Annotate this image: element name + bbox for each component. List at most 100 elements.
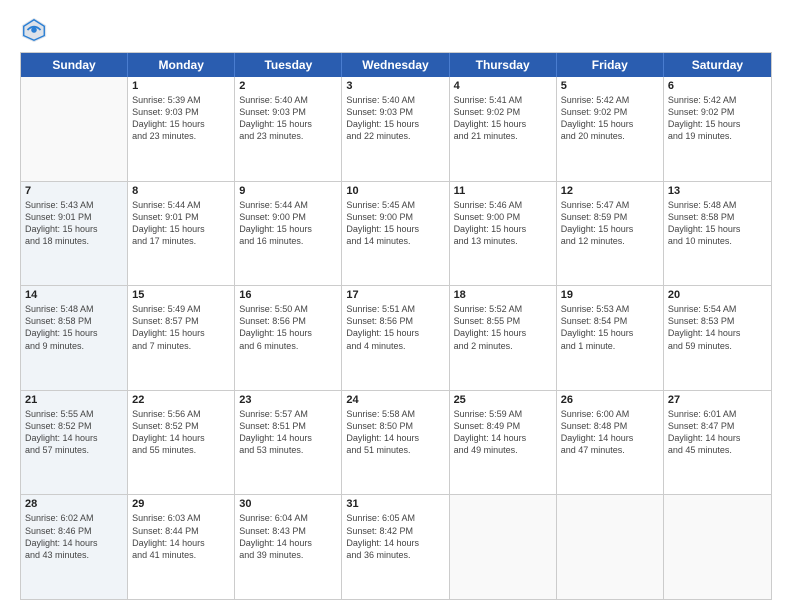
day-number: 18 (454, 289, 552, 301)
cell-info-line: Sunrise: 5:54 AM (668, 303, 767, 315)
cell-info-line: Daylight: 14 hours (346, 432, 444, 444)
cell-info-line: Sunset: 8:56 PM (239, 315, 337, 327)
day-number: 29 (132, 498, 230, 510)
cell-info-line: Sunset: 9:00 PM (346, 211, 444, 223)
header-day-tuesday: Tuesday (235, 53, 342, 77)
day-number: 14 (25, 289, 123, 301)
cell-info-line: Sunset: 8:46 PM (25, 525, 123, 537)
cell-info-line: Sunset: 9:03 PM (346, 106, 444, 118)
day-number: 22 (132, 394, 230, 406)
day-number: 11 (454, 185, 552, 197)
cell-info-line: Sunset: 8:58 PM (25, 315, 123, 327)
cell-info-line: and 45 minutes. (668, 444, 767, 456)
cell-info-line: Daylight: 15 hours (132, 223, 230, 235)
week-row-4: 28Sunrise: 6:02 AMSunset: 8:46 PMDayligh… (21, 495, 771, 599)
cell-info-line: Sunset: 9:02 PM (668, 106, 767, 118)
cal-cell-22: 22Sunrise: 5:56 AMSunset: 8:52 PMDayligh… (128, 391, 235, 495)
day-number: 24 (346, 394, 444, 406)
cell-info-line: and 59 minutes. (668, 340, 767, 352)
cal-cell-17: 17Sunrise: 5:51 AMSunset: 8:56 PMDayligh… (342, 286, 449, 390)
cell-info-line: and 2 minutes. (454, 340, 552, 352)
day-number: 3 (346, 80, 444, 92)
header-day-friday: Friday (557, 53, 664, 77)
cal-cell-19: 19Sunrise: 5:53 AMSunset: 8:54 PMDayligh… (557, 286, 664, 390)
cal-cell-13: 13Sunrise: 5:48 AMSunset: 8:58 PMDayligh… (664, 182, 771, 286)
cell-info-line: and 12 minutes. (561, 235, 659, 247)
day-number: 30 (239, 498, 337, 510)
cal-cell-12: 12Sunrise: 5:47 AMSunset: 8:59 PMDayligh… (557, 182, 664, 286)
cal-cell-7: 7Sunrise: 5:43 AMSunset: 9:01 PMDaylight… (21, 182, 128, 286)
cell-info-line: and 13 minutes. (454, 235, 552, 247)
header-day-saturday: Saturday (664, 53, 771, 77)
cal-cell-28: 28Sunrise: 6:02 AMSunset: 8:46 PMDayligh… (21, 495, 128, 599)
cell-info-line: and 17 minutes. (132, 235, 230, 247)
cell-info-line: Sunrise: 6:03 AM (132, 512, 230, 524)
cell-info-line: Sunset: 9:00 PM (454, 211, 552, 223)
cell-info-line: and 20 minutes. (561, 130, 659, 142)
cell-info-line: Sunrise: 5:44 AM (132, 199, 230, 211)
day-number: 9 (239, 185, 337, 197)
cal-cell-26: 26Sunrise: 6:00 AMSunset: 8:48 PMDayligh… (557, 391, 664, 495)
calendar: SundayMondayTuesdayWednesdayThursdayFrid… (20, 52, 772, 600)
cell-info-line: Sunset: 8:52 PM (132, 420, 230, 432)
day-number: 12 (561, 185, 659, 197)
cell-info-line: Sunset: 8:44 PM (132, 525, 230, 537)
cal-cell-empty-6 (664, 495, 771, 599)
day-number: 4 (454, 80, 552, 92)
cell-info-line: Sunset: 8:59 PM (561, 211, 659, 223)
calendar-header: SundayMondayTuesdayWednesdayThursdayFrid… (21, 53, 771, 77)
cell-info-line: Daylight: 15 hours (25, 327, 123, 339)
cell-info-line: Sunrise: 5:51 AM (346, 303, 444, 315)
cell-info-line: and 55 minutes. (132, 444, 230, 456)
cell-info-line: Sunrise: 6:05 AM (346, 512, 444, 524)
cell-info-line: Sunrise: 5:55 AM (25, 408, 123, 420)
cell-info-line: Daylight: 14 hours (668, 327, 767, 339)
cell-info-line: Sunrise: 5:45 AM (346, 199, 444, 211)
cell-info-line: and 51 minutes. (346, 444, 444, 456)
cell-info-line: Sunrise: 5:53 AM (561, 303, 659, 315)
week-row-3: 21Sunrise: 5:55 AMSunset: 8:52 PMDayligh… (21, 391, 771, 496)
cell-info-line: and 18 minutes. (25, 235, 123, 247)
cell-info-line: Sunset: 8:51 PM (239, 420, 337, 432)
cell-info-line: Sunset: 8:50 PM (346, 420, 444, 432)
day-number: 19 (561, 289, 659, 301)
cal-cell-25: 25Sunrise: 5:59 AMSunset: 8:49 PMDayligh… (450, 391, 557, 495)
cell-info-line: Sunset: 8:53 PM (668, 315, 767, 327)
cell-info-line: Sunset: 8:56 PM (346, 315, 444, 327)
cell-info-line: Sunrise: 5:56 AM (132, 408, 230, 420)
cell-info-line: Sunset: 8:49 PM (454, 420, 552, 432)
cell-info-line: Sunrise: 6:01 AM (668, 408, 767, 420)
cal-cell-21: 21Sunrise: 5:55 AMSunset: 8:52 PMDayligh… (21, 391, 128, 495)
cell-info-line: and 22 minutes. (346, 130, 444, 142)
day-number: 10 (346, 185, 444, 197)
cell-info-line: Daylight: 15 hours (239, 223, 337, 235)
logo (20, 16, 52, 44)
cell-info-line: Daylight: 15 hours (346, 118, 444, 130)
cell-info-line: Sunrise: 5:49 AM (132, 303, 230, 315)
cell-info-line: Daylight: 14 hours (668, 432, 767, 444)
day-number: 5 (561, 80, 659, 92)
cell-info-line: Sunset: 8:57 PM (132, 315, 230, 327)
cell-info-line: and 7 minutes. (132, 340, 230, 352)
cell-info-line: Sunrise: 5:39 AM (132, 94, 230, 106)
cell-info-line: Sunrise: 5:43 AM (25, 199, 123, 211)
cell-info-line: Sunset: 8:47 PM (668, 420, 767, 432)
cal-cell-empty-4 (450, 495, 557, 599)
cal-cell-23: 23Sunrise: 5:57 AMSunset: 8:51 PMDayligh… (235, 391, 342, 495)
cell-info-line: Daylight: 14 hours (25, 537, 123, 549)
cell-info-line: and 49 minutes. (454, 444, 552, 456)
calendar-body: 1Sunrise: 5:39 AMSunset: 9:03 PMDaylight… (21, 77, 771, 599)
week-row-1: 7Sunrise: 5:43 AMSunset: 9:01 PMDaylight… (21, 182, 771, 287)
cell-info-line: Sunrise: 5:52 AM (454, 303, 552, 315)
cell-info-line: Daylight: 15 hours (561, 118, 659, 130)
cell-info-line: and 19 minutes. (668, 130, 767, 142)
cal-cell-2: 2Sunrise: 5:40 AMSunset: 9:03 PMDaylight… (235, 77, 342, 181)
cal-cell-20: 20Sunrise: 5:54 AMSunset: 8:53 PMDayligh… (664, 286, 771, 390)
cell-info-line: Daylight: 15 hours (239, 118, 337, 130)
cell-info-line: Daylight: 15 hours (561, 327, 659, 339)
day-number: 15 (132, 289, 230, 301)
cell-info-line: Sunset: 8:43 PM (239, 525, 337, 537)
cell-info-line: Sunrise: 5:46 AM (454, 199, 552, 211)
cell-info-line: and 41 minutes. (132, 549, 230, 561)
header-day-sunday: Sunday (21, 53, 128, 77)
